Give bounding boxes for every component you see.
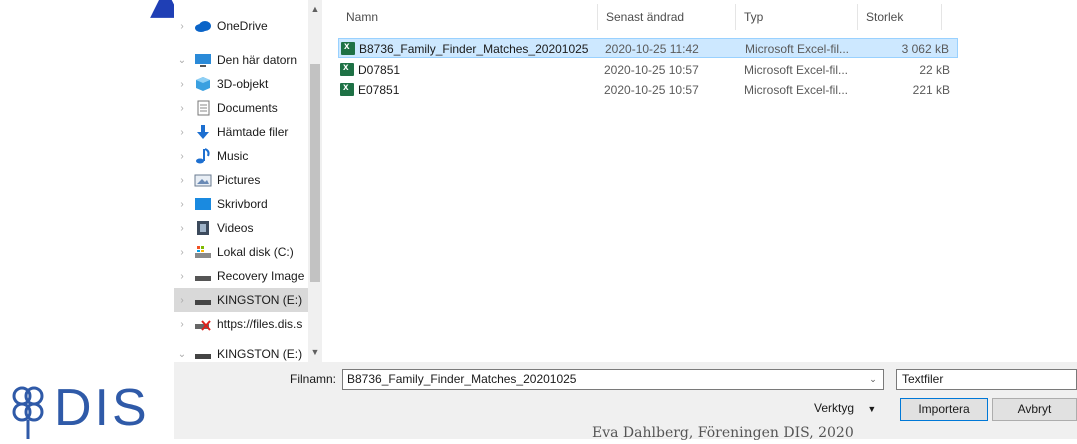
usb-drive-icon bbox=[194, 292, 212, 308]
nav-item-3d-objects[interactable]: › 3D-objekt bbox=[174, 72, 308, 96]
nav-item-downloads[interactable]: › Hämtade filer bbox=[174, 120, 308, 144]
network-drive-disconnected-icon bbox=[194, 316, 212, 332]
file-type-filter[interactable]: Textfiler bbox=[896, 369, 1077, 390]
nav-item-kingston-e[interactable]: › KINGSTON (E:) bbox=[174, 288, 308, 312]
document-icon bbox=[194, 100, 212, 116]
nav-item-label: Den här datorn bbox=[217, 53, 298, 67]
expand-chevron-icon[interactable]: › bbox=[176, 127, 188, 138]
nav-item-desktop[interactable]: › Skrivbord bbox=[174, 192, 308, 216]
file-row[interactable]: D07851 2020-10-25 10:57 Microsoft Excel-… bbox=[338, 60, 958, 80]
scroll-down-arrow-icon[interactable]: ▼ bbox=[308, 345, 322, 359]
column-header-size[interactable]: Storlek bbox=[858, 4, 942, 30]
nav-item-label: Hämtade filer bbox=[217, 125, 289, 139]
expand-chevron-icon[interactable]: › bbox=[176, 199, 188, 210]
nav-item-onedrive[interactable]: › OneDrive bbox=[174, 14, 308, 38]
nav-item-documents[interactable]: › Documents bbox=[174, 96, 308, 120]
nav-scrollbar[interactable]: ▲ ▼ bbox=[308, 0, 322, 362]
navigation-pane: › OneDrive ⌄ Den här datorn › 3D-objekt … bbox=[174, 0, 322, 362]
filename-value: B8736_Family_Finder_Matches_20201025 bbox=[347, 372, 577, 386]
filter-value: Textfiler bbox=[902, 372, 944, 386]
expand-chevron-icon[interactable]: › bbox=[176, 247, 188, 258]
dis-logo: DIS bbox=[8, 379, 158, 439]
nav-item-label: KINGSTON (E:) bbox=[217, 347, 303, 361]
film-icon bbox=[194, 220, 212, 236]
chevron-down-icon: ▼ bbox=[867, 404, 877, 414]
import-button[interactable]: Importera bbox=[900, 398, 988, 421]
nav-item-label: Pictures bbox=[217, 173, 261, 187]
expand-chevron-icon[interactable]: › bbox=[176, 103, 188, 114]
file-size: 22 kB bbox=[919, 63, 950, 77]
nav-item-music[interactable]: › Music bbox=[174, 144, 308, 168]
file-type: Microsoft Excel-fil... bbox=[744, 83, 849, 97]
nav-item-label: Music bbox=[217, 149, 249, 163]
nav-item-label: Documents bbox=[217, 101, 278, 115]
expand-chevron-icon[interactable]: ⌄ bbox=[176, 349, 188, 360]
filename-input[interactable]: B8736_Family_Finder_Matches_20201025 ⌄ bbox=[342, 369, 884, 390]
expand-chevron-icon[interactable]: ⌄ bbox=[176, 55, 188, 66]
expand-chevron-icon[interactable]: › bbox=[176, 21, 188, 32]
file-date: 2020-10-25 10:57 bbox=[604, 63, 699, 77]
scroll-up-arrow-icon[interactable]: ▲ bbox=[308, 2, 322, 16]
file-size: 221 kB bbox=[912, 83, 950, 97]
file-row[interactable]: B8736_Family_Finder_Matches_20201025 202… bbox=[338, 38, 958, 58]
download-arrow-icon bbox=[194, 124, 212, 140]
picture-icon bbox=[194, 172, 212, 188]
open-file-dialog: › OneDrive ⌄ Den här datorn › 3D-objekt … bbox=[174, 0, 1077, 439]
column-header-name[interactable]: Namn bbox=[338, 4, 598, 30]
column-header-date[interactable]: Senast ändrad bbox=[598, 4, 736, 30]
filename-label: Filnamn: bbox=[290, 372, 337, 386]
chevron-down-icon[interactable]: ⌄ bbox=[863, 370, 883, 389]
cloud-icon bbox=[194, 18, 212, 34]
file-type: Microsoft Excel-fil... bbox=[744, 63, 849, 77]
drive-icon bbox=[194, 268, 212, 284]
music-note-icon bbox=[194, 148, 212, 164]
file-date: 2020-10-25 10:57 bbox=[604, 83, 699, 97]
excel-file-icon bbox=[341, 41, 355, 55]
nav-item-videos[interactable]: › Videos bbox=[174, 216, 308, 240]
logo-text: DIS bbox=[54, 379, 150, 437]
file-name: E07851 bbox=[358, 83, 400, 97]
nav-item-kingston-e-root[interactable]: ⌄ KINGSTON (E:) bbox=[174, 342, 308, 362]
expand-chevron-icon[interactable]: › bbox=[176, 79, 188, 90]
file-row[interactable]: E07851 2020-10-25 10:57 Microsoft Excel-… bbox=[338, 80, 958, 100]
expand-chevron-icon[interactable]: › bbox=[176, 319, 188, 330]
expand-chevron-icon[interactable]: › bbox=[176, 151, 188, 162]
computer-icon bbox=[194, 52, 212, 68]
file-list: Namn Senast ändrad Typ Storlek B8736_Fam… bbox=[322, 0, 1077, 362]
nav-item-label: KINGSTON (E:) bbox=[217, 293, 303, 307]
file-name: B8736_Family_Finder_Matches_20201025 bbox=[359, 42, 589, 56]
column-header-type[interactable]: Typ bbox=[736, 4, 858, 30]
tools-menu[interactable]: Verktyg ▼ bbox=[814, 401, 876, 415]
nav-item-label: https://files.dis.s bbox=[217, 317, 303, 331]
expand-chevron-icon[interactable]: › bbox=[176, 223, 188, 234]
nav-item-this-pc[interactable]: ⌄ Den här datorn bbox=[174, 48, 308, 72]
hard-drive-icon bbox=[194, 244, 212, 260]
nav-item-label: Skrivbord bbox=[217, 197, 268, 211]
file-size: 3 062 kB bbox=[901, 42, 949, 56]
tools-label: Verktyg bbox=[814, 401, 855, 415]
scrollbar-thumb[interactable] bbox=[310, 64, 320, 282]
cancel-button[interactable]: Avbryt bbox=[992, 398, 1077, 421]
excel-file-icon bbox=[340, 82, 354, 96]
expand-chevron-icon[interactable]: › bbox=[176, 271, 188, 282]
nav-item-network-location[interactable]: › https://files.dis.s bbox=[174, 312, 308, 336]
cube-icon bbox=[194, 76, 212, 92]
expand-chevron-icon[interactable]: › bbox=[176, 175, 188, 186]
file-date: 2020-10-25 11:42 bbox=[605, 42, 699, 56]
nav-item-pictures[interactable]: › Pictures bbox=[174, 168, 308, 192]
file-type: Microsoft Excel-fil... bbox=[745, 42, 850, 56]
nav-item-label: Recovery Image bbox=[217, 269, 305, 283]
nav-item-local-disk[interactable]: › Lokal disk (C:) bbox=[174, 240, 308, 264]
nav-item-label: Lokal disk (C:) bbox=[217, 245, 294, 259]
usb-drive-icon bbox=[194, 346, 212, 362]
nav-item-label: OneDrive bbox=[217, 19, 268, 33]
nav-item-label: 3D-objekt bbox=[217, 77, 269, 91]
nav-item-recovery-image[interactable]: › Recovery Image bbox=[174, 264, 308, 288]
desktop-icon bbox=[194, 196, 212, 212]
expand-chevron-icon[interactable]: › bbox=[176, 295, 188, 306]
dis-logo-emblem-icon bbox=[12, 386, 44, 439]
file-name: D07851 bbox=[358, 63, 401, 77]
excel-file-icon bbox=[340, 62, 354, 76]
nav-item-label: Videos bbox=[217, 221, 254, 235]
